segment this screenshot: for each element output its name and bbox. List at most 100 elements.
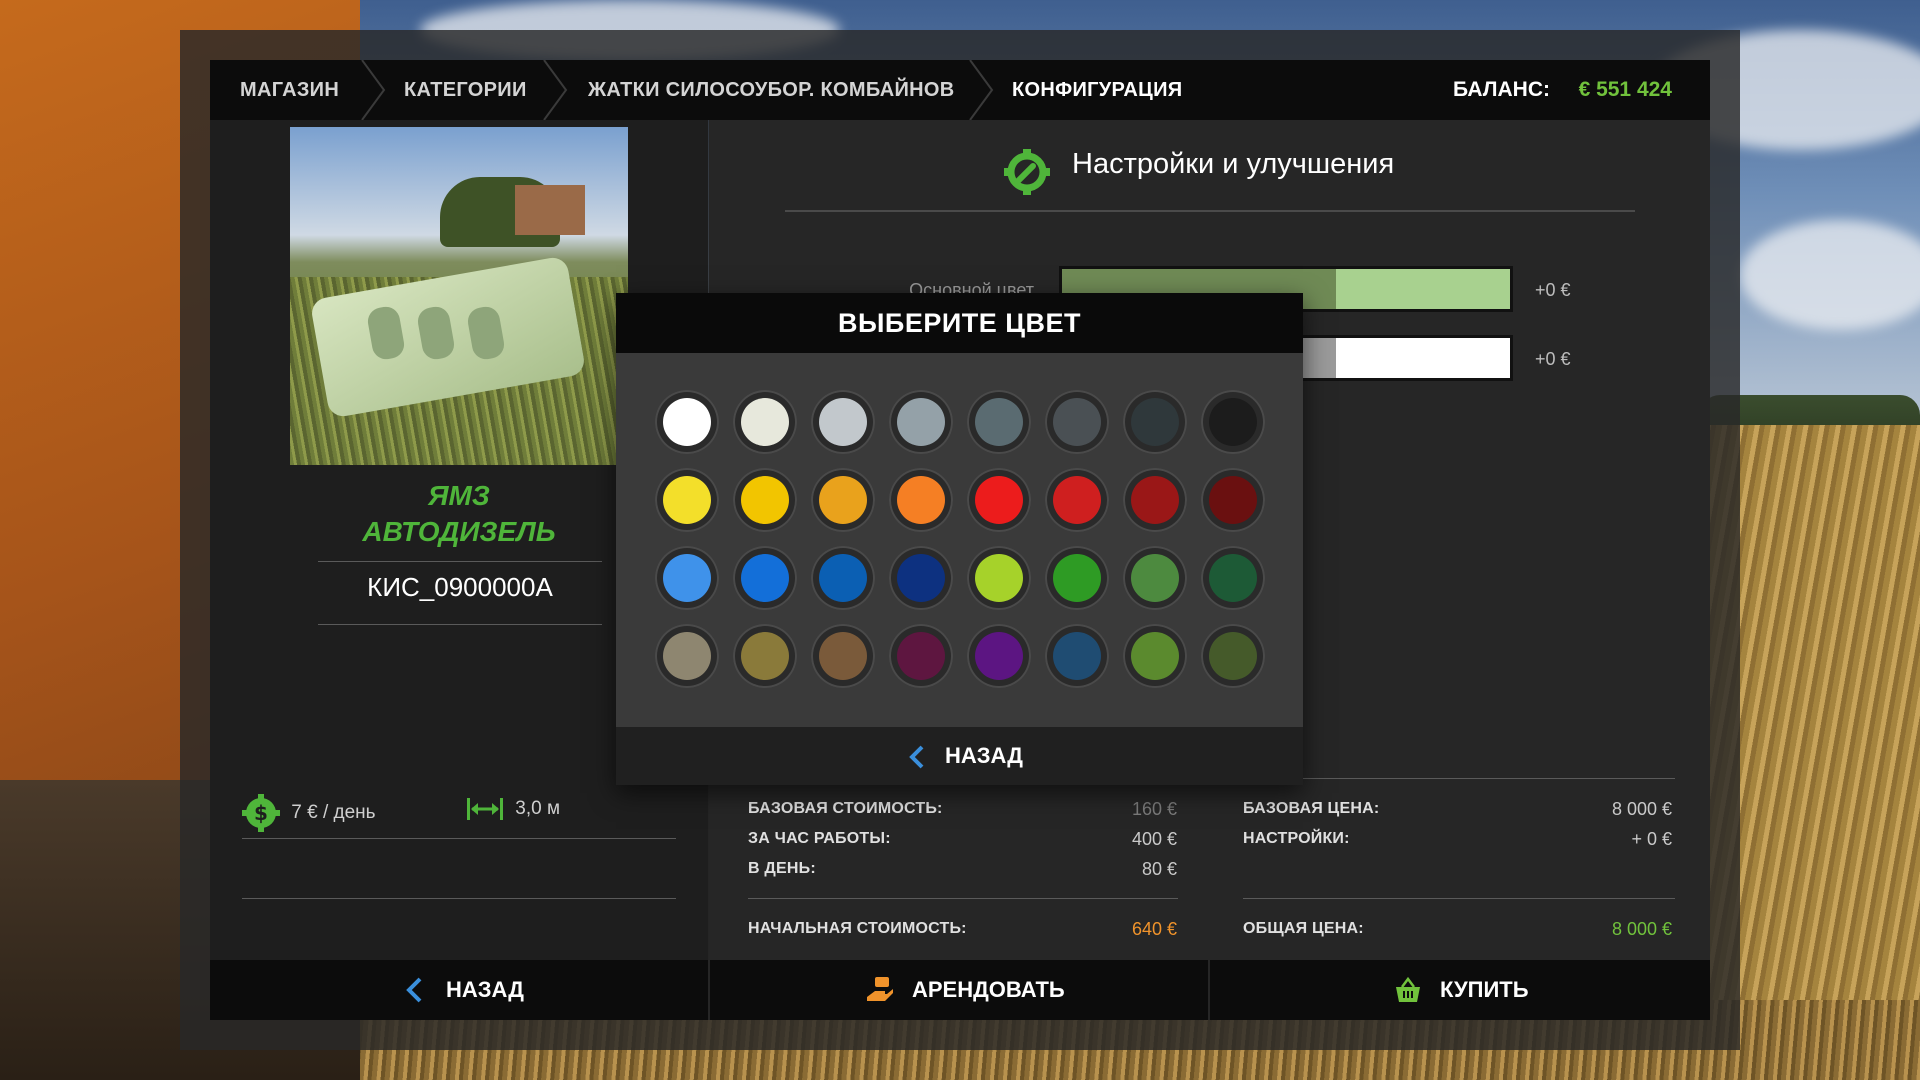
color-swatch[interactable] xyxy=(1045,390,1109,454)
color-swatch-fill xyxy=(897,554,945,602)
per-hour-label: ЗА ЧАС РАБОТЫ: xyxy=(748,830,891,847)
color-swatch[interactable] xyxy=(811,624,875,688)
breadcrumb-separator-icon xyxy=(969,60,994,120)
color-swatch[interactable] xyxy=(967,468,1031,532)
color-swatch[interactable] xyxy=(1201,546,1265,610)
back-button-label: НАЗАД xyxy=(446,977,524,1002)
working-width-value: 3,0 м xyxy=(515,798,561,819)
color-swatch[interactable] xyxy=(655,546,719,610)
color-swatch[interactable] xyxy=(889,468,953,532)
color-swatch[interactable] xyxy=(1201,468,1265,532)
color-swatch-fill xyxy=(741,554,789,602)
lease-hand-icon xyxy=(867,977,893,1001)
color-swatch[interactable] xyxy=(655,624,719,688)
divider xyxy=(242,838,676,839)
color-swatch[interactable] xyxy=(889,624,953,688)
color-swatch[interactable] xyxy=(1123,468,1187,532)
color-swatch-fill xyxy=(1053,632,1101,680)
color-swatch[interactable] xyxy=(655,468,719,532)
color-swatch[interactable] xyxy=(889,546,953,610)
base-price-value: 8 000 € xyxy=(1611,799,1672,819)
product-model-name: КИС_0900000А xyxy=(367,572,553,602)
color-swatch-fill xyxy=(1209,398,1257,446)
svg-text:$: $ xyxy=(254,801,268,825)
color-swatch-fill xyxy=(897,632,945,680)
per-hour-value: 400 € xyxy=(1131,829,1177,849)
divider xyxy=(748,898,1178,899)
color-swatch[interactable] xyxy=(1201,390,1265,454)
breadcrumb-bar: МАГАЗИН КАТЕГОРИИ ЖАТКИ СИЛОСОУБОР. КОМБ… xyxy=(210,60,1710,120)
option-price: +0 € xyxy=(1535,349,1571,369)
color-swatch[interactable] xyxy=(811,546,875,610)
back-button[interactable]: НАЗАД xyxy=(210,960,708,1020)
color-swatch[interactable] xyxy=(889,390,953,454)
color-swatch-fill xyxy=(1209,632,1257,680)
wrench-gear-icon xyxy=(1004,149,1050,195)
color-swatch[interactable] xyxy=(1045,468,1109,532)
shopping-basket-icon xyxy=(1396,976,1420,1002)
color-swatch[interactable] xyxy=(967,546,1031,610)
breadcrumb-configuration: КОНФИГУРАЦИЯ xyxy=(1012,79,1183,101)
color-swatch[interactable] xyxy=(1123,624,1187,688)
divider xyxy=(785,210,1635,212)
per-day-label: В ДЕНЬ: xyxy=(748,860,816,877)
color-swatch-fill xyxy=(663,554,711,602)
color-swatch-fill xyxy=(897,476,945,524)
color-swatch-fill xyxy=(819,632,867,680)
color-picker-back-button[interactable]: НАЗАД xyxy=(616,727,1303,785)
lease-button[interactable]: АРЕНДОВАТЬ xyxy=(710,960,1208,1020)
buy-button-label: КУПИТЬ xyxy=(1440,977,1529,1002)
color-swatch[interactable] xyxy=(1123,390,1187,454)
per-day-value: 80 € xyxy=(1141,859,1177,879)
breadcrumb-separator-icon xyxy=(361,60,386,120)
base-cost-value: 160 € xyxy=(1131,799,1177,819)
color-swatch[interactable] xyxy=(1045,546,1109,610)
color-swatch-fill xyxy=(819,476,867,524)
daily-cost-value: 7 € / день xyxy=(291,802,376,824)
color-swatch-fill xyxy=(1131,398,1179,446)
divider xyxy=(318,561,602,562)
color-swatch-fill xyxy=(819,398,867,446)
color-swatch[interactable] xyxy=(1201,624,1265,688)
color-swatch[interactable] xyxy=(811,390,875,454)
color-swatch-fill xyxy=(741,632,789,680)
option-color-right xyxy=(1336,269,1510,309)
settings-title: Настройки и улучшения xyxy=(1072,148,1395,180)
color-swatch[interactable] xyxy=(1123,546,1187,610)
balance-label: БАЛАНС: xyxy=(1453,78,1550,101)
color-swatch[interactable] xyxy=(967,390,1031,454)
buy-button[interactable]: КУПИТЬ xyxy=(1210,960,1710,1020)
color-swatch-fill xyxy=(1131,554,1179,602)
dollar-gear-icon: $ xyxy=(242,794,280,832)
color-swatch-fill xyxy=(975,554,1023,602)
color-swatch[interactable] xyxy=(655,390,719,454)
color-swatch-fill xyxy=(1131,476,1179,524)
color-swatch-fill xyxy=(1053,398,1101,446)
brand-line-1: ЯМЗ xyxy=(428,480,490,511)
color-swatch[interactable] xyxy=(733,624,797,688)
working-width-stat: 3,0 м xyxy=(466,794,560,824)
chevron-left-icon xyxy=(406,977,422,1003)
options-price-value: + 0 € xyxy=(1631,829,1672,849)
color-swatch[interactable] xyxy=(811,468,875,532)
breadcrumb-shop[interactable]: МАГАЗИН xyxy=(240,60,339,120)
width-arrows-icon xyxy=(467,797,503,820)
product-image xyxy=(290,127,628,465)
breadcrumb-categories[interactable]: КАТЕГОРИИ xyxy=(404,60,527,120)
preview-house xyxy=(515,185,585,235)
color-swatch[interactable] xyxy=(733,390,797,454)
color-swatch[interactable] xyxy=(967,624,1031,688)
color-swatch[interactable] xyxy=(733,546,797,610)
color-swatch[interactable] xyxy=(733,468,797,532)
color-swatch[interactable] xyxy=(1045,624,1109,688)
breadcrumb-category-headers[interactable]: ЖАТКИ СИЛОСОУБОР. КОМБАЙНОВ xyxy=(588,60,955,120)
option-price: +0 € xyxy=(1535,280,1571,300)
color-swatch-fill xyxy=(741,476,789,524)
initial-cost-label: НАЧАЛЬНАЯ СТОИМОСТЬ: xyxy=(748,920,967,937)
divider xyxy=(242,898,676,899)
color-swatch-fill xyxy=(663,632,711,680)
color-swatch-fill xyxy=(897,398,945,446)
color-picker-dialog xyxy=(616,293,1303,785)
color-swatch-fill xyxy=(1131,632,1179,680)
color-swatch-fill xyxy=(1209,476,1257,524)
